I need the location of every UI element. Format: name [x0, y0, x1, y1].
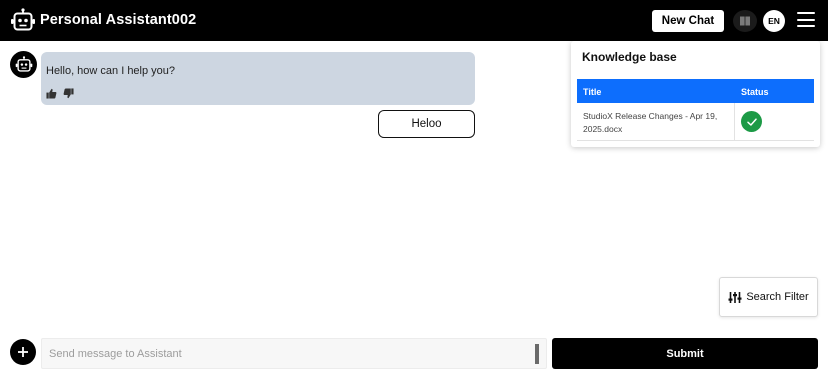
- book-icon: [740, 16, 750, 26]
- thumbs-down-icon[interactable]: [63, 88, 74, 99]
- knowledge-base-table-header: Title Status: [577, 79, 814, 103]
- knowledge-base-title: Knowledge base: [582, 50, 677, 64]
- knowledge-base-row[interactable]: StudioX Release Changes - Apr 19, 2025.d…: [577, 103, 814, 141]
- search-filter-button[interactable]: Search Filter: [719, 277, 818, 317]
- user-message-bubble: Heloo: [378, 110, 475, 138]
- search-filter-label: Search Filter: [746, 291, 809, 303]
- document-title: StudioX Release Changes - Apr 19, 2025.d…: [583, 111, 718, 134]
- column-header-status: Status: [741, 87, 769, 97]
- message-field-container: [41, 338, 547, 369]
- plus-icon: [18, 347, 28, 357]
- check-icon: [741, 111, 762, 132]
- sliders-icon: [728, 291, 742, 303]
- assistant-message-text: Hello, how can I help you?: [46, 65, 176, 77]
- robot-icon: [15, 55, 32, 72]
- app-title: Personal Assistant002: [40, 12, 197, 28]
- assistant-avatar: [10, 51, 37, 78]
- thumbs-up-icon[interactable]: [46, 88, 57, 99]
- hamburger-menu-icon[interactable]: [797, 12, 815, 28]
- assistant-message-bubble: Hello, how can I help you?: [41, 52, 475, 105]
- message-input[interactable]: [42, 339, 532, 368]
- message-input-scrollbar[interactable]: [535, 344, 539, 364]
- column-divider: [734, 103, 735, 141]
- language-selector[interactable]: EN: [763, 10, 785, 32]
- knowledge-base-toggle-button[interactable]: [733, 10, 757, 32]
- new-chat-button[interactable]: New Chat: [652, 10, 724, 32]
- add-attachment-button[interactable]: [10, 339, 36, 365]
- submit-button[interactable]: Submit: [552, 338, 818, 369]
- app-header: Personal Assistant002 New Chat EN: [0, 0, 828, 41]
- knowledge-base-panel: Knowledge base Title Status StudioX Rele…: [571, 41, 820, 147]
- robot-logo-icon: [11, 8, 35, 31]
- column-header-title: Title: [583, 87, 602, 97]
